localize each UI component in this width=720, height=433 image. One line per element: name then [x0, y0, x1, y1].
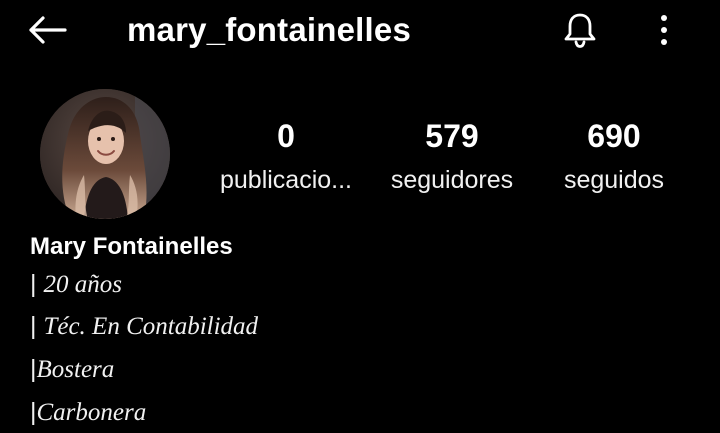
- stat-posts-count: 0: [277, 118, 295, 154]
- stat-following-count: 690: [587, 118, 641, 154]
- bio-line: |Carbonera: [30, 395, 146, 430]
- top-bar: mary_fontainelles: [0, 0, 720, 60]
- back-button[interactable]: [20, 8, 72, 52]
- notifications-button[interactable]: [552, 8, 608, 52]
- bio-line: | Téc. En Contabilidad: [30, 309, 258, 344]
- profile-username: mary_fontainelles: [127, 11, 412, 48]
- bio-text: Téc. En Contabilidad: [43, 313, 259, 340]
- bio-text: Carbonera: [36, 399, 147, 426]
- profile-avatar[interactable]: [40, 89, 170, 219]
- bio-line: |Bostera: [30, 352, 114, 387]
- more-options-button[interactable]: [642, 8, 686, 52]
- stat-followers-label: seguidores: [390, 166, 514, 194]
- bio-bar: |: [30, 270, 44, 298]
- more-vertical-icon: [661, 15, 667, 45]
- bio-bar: |: [30, 312, 44, 340]
- bio-line: | 20 años: [30, 267, 122, 302]
- stat-followers-count: 579: [425, 118, 479, 154]
- stat-followers[interactable]: 579 seguidores: [380, 112, 524, 202]
- avatar-photo: [40, 89, 170, 219]
- bio-text: Bostera: [36, 356, 115, 383]
- stat-posts[interactable]: 0 publicacio...: [210, 112, 362, 202]
- bio-text: 20 años: [43, 271, 122, 298]
- profile-full-name: Mary Fontainelles: [30, 233, 233, 260]
- stat-following[interactable]: 690 seguidos: [548, 112, 680, 202]
- arrow-left-icon: [29, 16, 67, 44]
- bell-icon: [564, 13, 596, 48]
- stat-following-label: seguidos: [563, 166, 665, 194]
- stat-posts-label: publicacio...: [219, 166, 353, 194]
